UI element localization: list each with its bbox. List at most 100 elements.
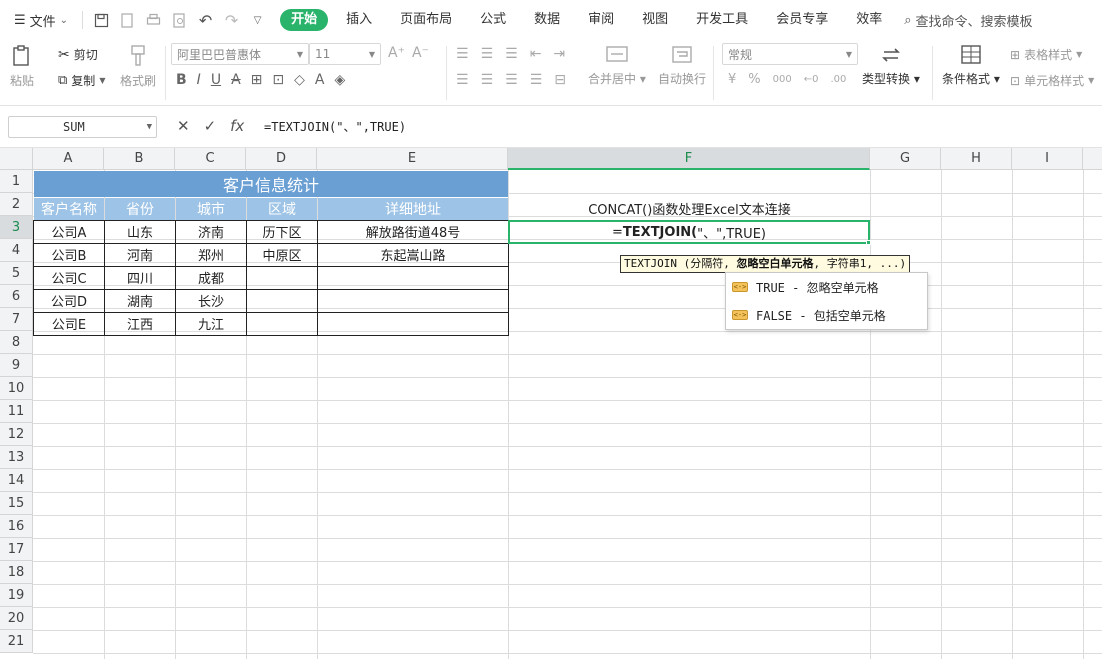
table-cell[interactable]: 中原区 [247,243,317,266]
column-header-e[interactable]: E [317,148,508,170]
confirm-icon[interactable]: ✓ [204,117,217,135]
increase-font-icon[interactable]: A⁺ [388,45,405,61]
customize-dropdown-icon[interactable]: ▽ [249,12,266,29]
strikethrough-icon[interactable]: A [231,72,241,88]
conditional-format-button[interactable]: 条件格式 ▾ [942,44,1000,87]
command-search[interactable]: ⌕ 查找命令、搜索模板 [904,11,1032,30]
font-name-select[interactable]: 阿里巴巴普惠体 ▼ [171,43,309,65]
column-header-d[interactable]: D [246,148,317,170]
undo-icon[interactable]: ↶ [197,11,214,30]
table-cell[interactable]: 江西 [105,312,175,335]
row-header[interactable]: 13 [0,446,33,469]
in-cell-editor[interactable]: = TEXTJOIN("、",TRUE) [510,222,868,242]
table-cell[interactable]: 山东 [105,220,175,243]
font-size-select[interactable]: 11 ▼ [309,43,381,65]
row-header[interactable]: 7 [0,308,33,331]
column-header-b[interactable]: B [104,148,175,170]
clear-format-icon[interactable]: ◈ [334,72,345,88]
table-header-cell[interactable]: 省份 [105,198,175,220]
formula-input[interactable]: =TEXTJOIN("、",TRUE) [254,116,1094,138]
row-header[interactable]: 19 [0,584,33,607]
table-cell[interactable]: 解放路街道48号 [318,220,508,243]
justify-icon[interactable]: ☰ [530,72,543,88]
align-bottom-icon[interactable]: ☰ [505,46,518,62]
column-header-j[interactable] [1083,148,1102,170]
chevron-down-icon[interactable]: ▼ [147,117,152,137]
tab-review[interactable]: 审阅 [574,9,628,31]
column-header-i[interactable]: I [1012,148,1083,170]
row-header[interactable]: 20 [0,607,33,630]
tab-developer[interactable]: 开发工具 [682,9,762,31]
align-middle-icon[interactable]: ☰ [481,46,494,62]
row-header[interactable]: 2 [0,193,33,216]
table-header-cell[interactable]: 城市 [176,198,246,220]
font-color-icon[interactable]: A [315,72,325,88]
table-cell[interactable]: 九江 [176,312,246,335]
bold-icon[interactable]: B [176,72,187,88]
row-header[interactable]: 5 [0,262,33,285]
tab-efficiency[interactable]: 效率 [842,9,896,31]
tab-page-layout[interactable]: 页面布局 [386,9,466,31]
cut-button[interactable]: ✂ 剪切 [58,46,98,63]
align-left-icon[interactable]: ☰ [456,72,469,88]
italic-icon[interactable]: I [197,72,201,88]
merge-center-button[interactable]: 合并居中 ▾ [588,44,646,87]
save-icon[interactable] [93,12,110,29]
f2-label-cell[interactable]: CONCAT()函数处理Excel文本连接 [509,197,870,219]
table-cell[interactable]: 公司E [34,312,104,335]
table-cell[interactable]: 济南 [176,220,246,243]
table-cell[interactable]: 历下区 [247,220,317,243]
decrease-font-icon[interactable]: A⁻ [412,45,429,61]
table-title[interactable]: 客户信息统计 [34,171,508,197]
tab-member[interactable]: 会员专享 [762,9,842,31]
row-header[interactable]: 1 [0,170,33,193]
align-right-icon[interactable]: ☰ [505,72,518,88]
table-cell[interactable]: 公司B [34,243,104,266]
copy-button[interactable]: ⧉ 复制 ▼ [58,72,105,89]
number-format-select[interactable]: 常规 ▼ [722,43,858,65]
thousands-icon[interactable]: 000 [773,74,792,85]
format-painter-button[interactable]: 格式刷 [120,44,156,89]
distribute-icon[interactable]: ⊟ [554,72,566,88]
column-header-g[interactable]: G [870,148,941,170]
paste-button[interactable]: 粘贴 [10,44,34,89]
row-header[interactable]: 3 [0,216,33,239]
currency-icon[interactable]: ¥ [728,72,736,87]
decrease-decimal-icon[interactable]: .00 [830,74,846,85]
row-header[interactable]: 17 [0,538,33,561]
fill-color-icon[interactable]: ◇ [294,72,305,88]
table-cell[interactable]: 公司D [34,289,104,312]
print-preview-icon[interactable] [171,12,188,29]
fill-style-icon[interactable]: ⊡ [272,72,284,88]
cell-style-button[interactable]: ⊡ 单元格样式 ▼ [1010,72,1094,89]
table-header-cell[interactable]: 区域 [247,198,317,220]
wrap-text-button[interactable]: 自动换行 [658,44,706,87]
indent-decrease-icon[interactable]: ⇤ [530,46,542,62]
column-header-h[interactable]: H [941,148,1012,170]
table-cell[interactable]: 公司C [34,266,104,289]
increase-decimal-icon[interactable]: ←0 [804,74,819,85]
table-cell[interactable]: 长沙 [176,289,246,312]
row-header[interactable]: 16 [0,515,33,538]
table-cell[interactable]: 河南 [105,243,175,266]
table-cell[interactable]: 郑州 [176,243,246,266]
redo-icon[interactable]: ↷ [223,11,240,30]
autocomplete-item-false[interactable]: <-> FALSE - 包括空单元格 [726,301,927,329]
row-header[interactable]: 15 [0,492,33,515]
function-icon[interactable]: fx [230,117,244,135]
row-header[interactable]: 4 [0,239,33,262]
table-style-button[interactable]: ⊞ 表格样式 ▼ [1010,46,1082,63]
row-header[interactable]: 8 [0,331,33,354]
type-convert-button[interactable]: 类型转换 ▾ [862,44,920,87]
row-header[interactable]: 18 [0,561,33,584]
tab-insert[interactable]: 插入 [332,9,386,31]
table-cell[interactable]: 公司A [34,220,104,243]
export-pdf-icon[interactable] [119,12,136,29]
tab-data[interactable]: 数据 [520,9,574,31]
table-header-cell[interactable]: 详细地址 [318,198,508,220]
percent-icon[interactable]: % [748,72,760,87]
indent-increase-icon[interactable]: ⇥ [553,46,565,62]
row-header[interactable]: 6 [0,285,33,308]
row-header[interactable]: 9 [0,354,33,377]
table-header-cell[interactable]: 客户名称 [34,198,104,220]
